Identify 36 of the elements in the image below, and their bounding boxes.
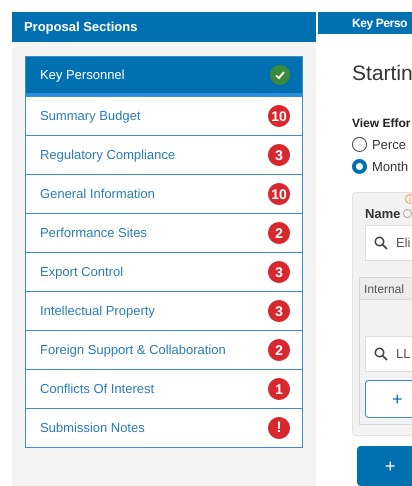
- count-badge: 3: [268, 300, 290, 322]
- name-search-field[interactable]: Eli: [365, 225, 412, 261]
- card-title: Internal: [364, 280, 404, 298]
- radio-button[interactable]: [352, 137, 367, 152]
- info-icon: [405, 194, 412, 204]
- count-badge: 1: [268, 378, 290, 400]
- section-item[interactable]: Foreign Support & Collaboration 2: [26, 330, 302, 369]
- count-badge: 3: [268, 144, 290, 166]
- field-label: Name: [365, 204, 400, 222]
- count-badge: 2: [268, 222, 290, 244]
- radio-label: Perce: [372, 136, 406, 154]
- count-badge: 10: [268, 183, 290, 205]
- section-item[interactable]: Export Control 3: [26, 252, 302, 291]
- count-badge: 10: [268, 105, 290, 127]
- radio-label: Month: [372, 158, 408, 176]
- panel-title: Proposal Sections: [24, 18, 138, 36]
- field-label: View Effor: [352, 114, 412, 132]
- section-item[interactable]: General Information 10: [26, 174, 302, 213]
- section-item[interactable]: Summary Budget 10: [26, 96, 302, 135]
- search-field[interactable]: LL: [365, 336, 412, 372]
- page-heading: Startin: [352, 61, 412, 87]
- alert-badge: !: [268, 417, 290, 439]
- section-item[interactable]: Performance Sites 2: [26, 213, 302, 252]
- count-badge: 2: [268, 339, 290, 361]
- search-icon: [374, 236, 388, 250]
- radio-button[interactable]: [352, 159, 367, 174]
- count-badge: 3: [268, 261, 290, 283]
- panel-title: Key Perso: [352, 15, 408, 32]
- search-icon: [374, 347, 388, 361]
- add-button[interactable]: +: [357, 446, 412, 486]
- add-button[interactable]: +: [365, 380, 412, 418]
- section-item[interactable]: Conflicts Of Interest 1: [26, 369, 302, 408]
- section-item[interactable]: Submission Notes !: [26, 408, 302, 447]
- section-item[interactable]: Regulatory Compliance 3: [26, 135, 302, 174]
- section-item[interactable]: Intellectual Property 3: [26, 291, 302, 330]
- section-item[interactable]: Key Personnel: [26, 57, 302, 96]
